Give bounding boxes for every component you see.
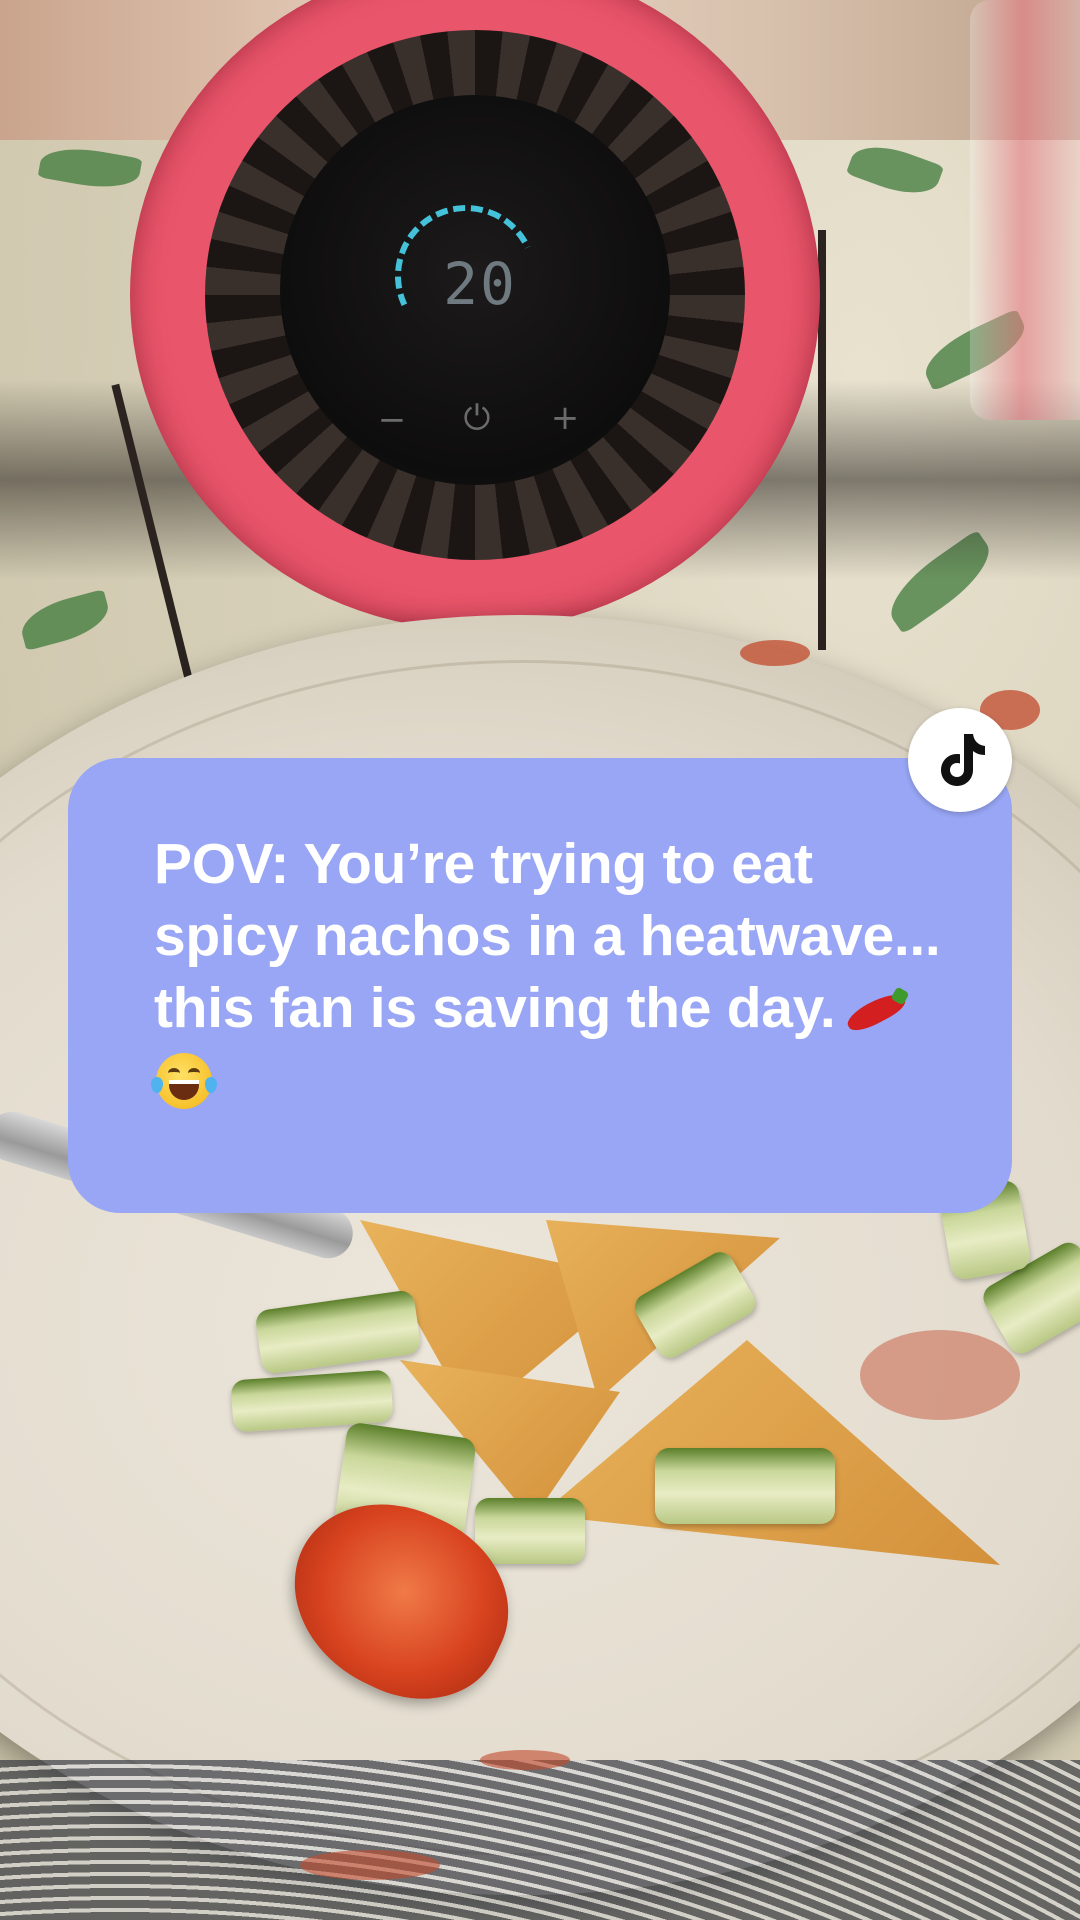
- caption-text-content: POV: You’re trying to eat spicy nachos i…: [154, 832, 941, 1040]
- fan-plus-button: +: [550, 398, 580, 438]
- sauce-splash: [480, 1750, 570, 1770]
- fan-power-icon: ⏻: [463, 398, 491, 438]
- cucumber-slice: [230, 1369, 394, 1433]
- bottom-tablecloth: [0, 1760, 1080, 1920]
- caption-card: POV: You’re trying to eat spicy nachos i…: [68, 758, 1012, 1213]
- sauce-splash: [860, 1330, 1020, 1420]
- cucumber-slice: [655, 1448, 835, 1524]
- caption-text: POV: You’re trying to eat spicy nachos i…: [151, 828, 952, 1116]
- glass-bottle: [970, 0, 1080, 420]
- tiktok-logo-badge: [908, 708, 1012, 812]
- chili-pepper-icon: [841, 986, 911, 1037]
- fan-minus-button: −: [377, 400, 407, 440]
- face-with-tears-of-joy-icon: [151, 1053, 217, 1109]
- sauce-splash: [300, 1850, 440, 1880]
- photo-scene: 20 − ⏻ + POV: You’re trying to eat spicy…: [0, 0, 1080, 1920]
- tiktok-logo-icon: [941, 734, 985, 786]
- sauce-splash: [740, 640, 810, 666]
- cucumber-slice: [475, 1498, 585, 1564]
- fan-display-value: 20: [443, 250, 517, 318]
